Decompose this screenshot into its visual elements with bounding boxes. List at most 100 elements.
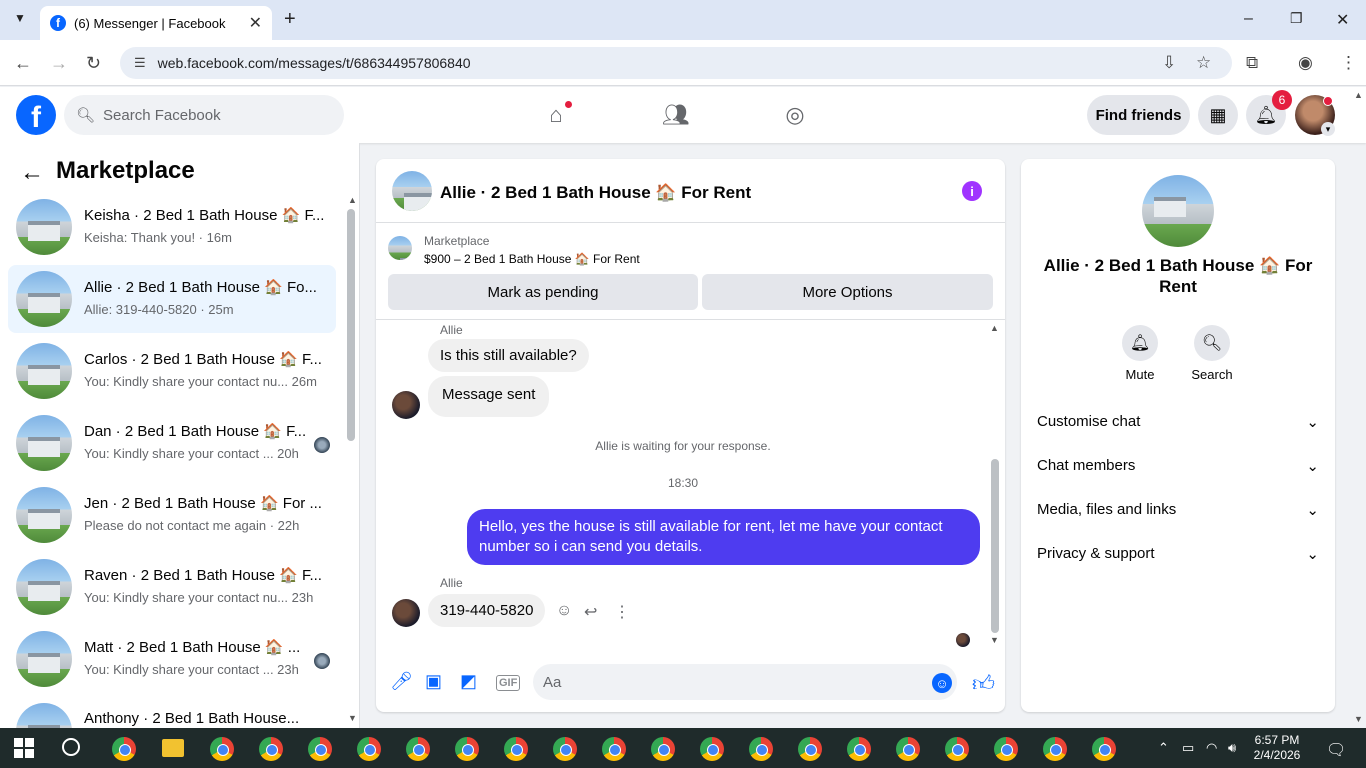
back-arrow-icon[interactable]: ← bbox=[20, 159, 44, 187]
search-conversation-button[interactable]: 🔍︎ Search bbox=[1182, 325, 1242, 382]
conversation-item-raven[interactable]: Raven · 2 Bed 1 Bath House 🏠 F... You: K… bbox=[8, 553, 336, 621]
more-options-button[interactable]: More Options bbox=[702, 274, 993, 310]
extensions-icon[interactable]: ⧉ bbox=[1246, 53, 1258, 73]
chrome-icon[interactable] bbox=[1092, 737, 1116, 761]
chrome-icon[interactable] bbox=[455, 737, 479, 761]
chat-avatar[interactable] bbox=[392, 171, 432, 211]
conversation-avatar[interactable] bbox=[1142, 175, 1214, 247]
url-field[interactable]: ☰ web.facebook.com/messages/t/6863449578… bbox=[120, 47, 1232, 79]
page-scroll-down-arrow-icon[interactable]: ▼ bbox=[1354, 714, 1363, 724]
chrome-icon[interactable] bbox=[504, 737, 528, 761]
thumbs-up-icon[interactable]: 👍︎ bbox=[972, 670, 995, 697]
conversation-item-matt[interactable]: Matt · 2 Bed 1 Bath House 🏠 ... You: Kin… bbox=[8, 625, 336, 693]
chrome-icon[interactable] bbox=[602, 737, 626, 761]
outgoing-message[interactable]: Hello, yes the house is still available … bbox=[467, 509, 980, 565]
mute-button[interactable]: 🔔︎ Mute bbox=[1110, 325, 1170, 382]
search-circle-icon[interactable] bbox=[62, 738, 80, 756]
restore-icon[interactable]: ❐ bbox=[1290, 10, 1303, 27]
chrome-icon[interactable] bbox=[651, 737, 675, 761]
install-app-icon[interactable]: ⇩ bbox=[1162, 53, 1176, 73]
message-input[interactable]: Aa bbox=[533, 664, 957, 700]
scroll-down-arrow-icon[interactable]: ▼ bbox=[990, 635, 999, 645]
privacy-support-row[interactable]: Privacy & support ⌄ bbox=[1037, 545, 1319, 563]
new-tab-icon[interactable]: + bbox=[284, 8, 296, 31]
site-settings-icon[interactable]: ☰ bbox=[134, 55, 146, 71]
scroll-down-arrow-icon[interactable]: ▼ bbox=[348, 713, 357, 723]
listing-title[interactable]: $900 – 2 Bed 1 Bath House 🏠 For Rent bbox=[424, 252, 640, 266]
chrome-icon[interactable] bbox=[700, 737, 724, 761]
gif-icon[interactable]: GIF bbox=[496, 675, 521, 691]
tab-close-icon[interactable]: ✕ bbox=[249, 13, 262, 33]
forward-icon[interactable]: → bbox=[50, 53, 68, 74]
profile-icon[interactable]: ◉ bbox=[1298, 53, 1313, 73]
wifi-icon[interactable]: ◠ bbox=[1206, 740, 1217, 756]
attach-photo-icon[interactable]: ▣ bbox=[425, 671, 442, 692]
conversation-item-jen[interactable]: Jen · 2 Bed 1 Bath House 🏠 For ... Pleas… bbox=[8, 481, 336, 549]
chrome-icon[interactable] bbox=[553, 737, 577, 761]
page-scroll-up-arrow-icon[interactable]: ▲ bbox=[1354, 90, 1363, 100]
sender-avatar[interactable] bbox=[392, 599, 420, 627]
chat-members-row[interactable]: Chat members ⌄ bbox=[1037, 457, 1319, 475]
listing-mini-thumbnail[interactable] bbox=[388, 236, 412, 260]
chrome-icon[interactable] bbox=[308, 737, 332, 761]
more-actions-icon[interactable]: ⋮ bbox=[614, 602, 630, 622]
chrome-icon[interactable] bbox=[1043, 737, 1067, 761]
sticker-icon[interactable]: ◩ bbox=[460, 671, 477, 692]
volume-icon[interactable]: 🔊︎ bbox=[1228, 740, 1236, 756]
menu-grid-icon[interactable]: ▦ bbox=[1198, 95, 1238, 135]
account-chevron-down-icon[interactable]: ▾ bbox=[1321, 122, 1335, 136]
conversation-item-dan[interactable]: Dan · 2 Bed 1 Bath House 🏠 F... You: Kin… bbox=[8, 409, 336, 477]
reply-icon[interactable]: ↩ bbox=[584, 602, 597, 622]
react-emoji-icon[interactable]: ☺ bbox=[556, 602, 572, 620]
groups-icon[interactable]: ◎ bbox=[781, 101, 809, 129]
chrome-icon[interactable] bbox=[406, 737, 430, 761]
chat-title[interactable]: Allie · 2 Bed 1 Bath House 🏠 For Rent bbox=[440, 183, 751, 203]
scroll-up-arrow-icon[interactable]: ▲ bbox=[348, 195, 357, 205]
conversation-item-allie[interactable]: Allie · 2 Bed 1 Bath House 🏠 Fo... Allie… bbox=[8, 265, 336, 333]
customise-chat-row[interactable]: Customise chat ⌄ bbox=[1037, 413, 1319, 431]
chrome-icon[interactable] bbox=[749, 737, 773, 761]
emoji-icon[interactable]: ☺ bbox=[932, 673, 952, 693]
chrome-icon[interactable] bbox=[896, 737, 920, 761]
conversation-item-keisha[interactable]: Keisha · 2 Bed 1 Bath House 🏠 F... Keish… bbox=[8, 193, 336, 261]
back-icon[interactable]: ← bbox=[14, 53, 32, 74]
reload-icon[interactable]: ↻ bbox=[86, 53, 101, 74]
bookmark-star-icon[interactable]: ☆ bbox=[1196, 53, 1211, 73]
media-files-links-row[interactable]: Media, files and links ⌄ bbox=[1037, 501, 1319, 519]
message-scrollbar[interactable] bbox=[991, 459, 999, 633]
find-friends-button[interactable]: Find friends bbox=[1087, 95, 1190, 135]
windows-start-icon[interactable] bbox=[14, 738, 34, 758]
incoming-message[interactable]: Message sent bbox=[428, 376, 550, 417]
conversation-item-carlos[interactable]: Carlos · 2 Bed 1 Bath House 🏠 F... You: … bbox=[8, 337, 336, 405]
incoming-message[interactable]: 319-440-5820 bbox=[428, 594, 546, 627]
browser-menu-icon[interactable]: ⋮ bbox=[1340, 53, 1357, 73]
chrome-icon[interactable] bbox=[945, 737, 969, 761]
microphone-icon[interactable]: 🎤︎ bbox=[390, 671, 413, 692]
chrome-icon[interactable] bbox=[259, 737, 283, 761]
friends-icon[interactable]: 👥︎ bbox=[662, 101, 690, 129]
conversation-item-anthony[interactable]: Anthony · 2 Bed 1 Bath House... bbox=[8, 697, 336, 728]
chrome-icon[interactable] bbox=[210, 737, 234, 761]
info-icon[interactable]: i bbox=[962, 181, 982, 201]
chrome-icon[interactable] bbox=[847, 737, 871, 761]
window-close-icon[interactable]: ✕ bbox=[1336, 10, 1349, 30]
tray-expand-icon[interactable]: ⌃ bbox=[1158, 740, 1169, 756]
sender-avatar[interactable] bbox=[392, 391, 420, 419]
chrome-icon[interactable] bbox=[994, 737, 1018, 761]
conversation-list-scrollbar[interactable] bbox=[347, 209, 355, 441]
minimize-icon[interactable]: – bbox=[1244, 10, 1253, 28]
file-explorer-icon[interactable] bbox=[162, 739, 184, 757]
chrome-icon-active[interactable] bbox=[357, 737, 381, 761]
facebook-logo-icon[interactable]: f bbox=[16, 95, 56, 135]
scroll-up-arrow-icon[interactable]: ▲ bbox=[990, 323, 999, 333]
system-clock[interactable]: 6:57 PM 2/4/2026 bbox=[1247, 733, 1307, 763]
notification-center-icon[interactable]: 🗨︎ bbox=[1326, 740, 1346, 760]
browser-tab[interactable]: f (6) Messenger | Facebook ✕ bbox=[40, 6, 272, 40]
search-input[interactable]: 🔍︎ Search Facebook bbox=[64, 95, 344, 135]
battery-icon[interactable]: ▭ bbox=[1182, 740, 1194, 756]
mark-as-pending-button[interactable]: Mark as pending bbox=[388, 274, 698, 310]
chrome-icon[interactable] bbox=[112, 737, 136, 761]
incoming-message[interactable]: Is this still available? bbox=[428, 339, 589, 372]
tab-list-icon[interactable]: ▼ bbox=[14, 11, 26, 25]
chrome-icon[interactable] bbox=[798, 737, 822, 761]
